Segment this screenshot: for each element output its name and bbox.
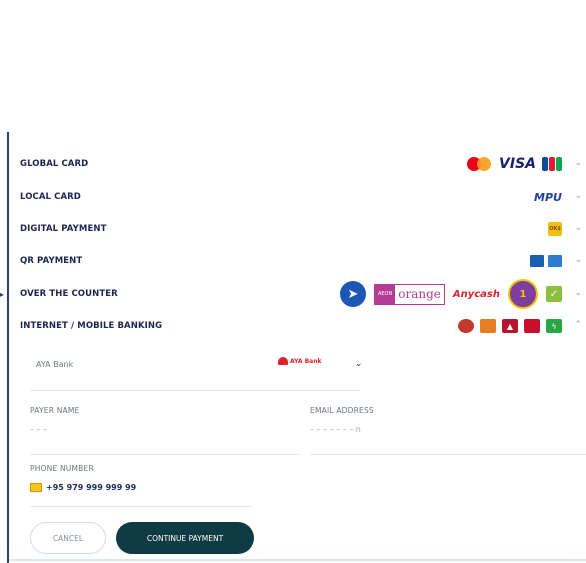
aya-bank-logo: AYA Bank (278, 357, 321, 365)
method-label: QR PAYMENT (20, 256, 83, 266)
mpu-logo: MPU (534, 190, 562, 204)
email-field[interactable]: EMAIL ADDRESS – – – – – – – n (310, 406, 586, 455)
payer-name-input[interactable]: – – – (30, 425, 300, 434)
method-row-internet-mobile-banking[interactable]: INTERNET / MOBILE BANKING ▲ ϟ ⌃ (20, 310, 586, 342)
bank-logo-5: ϟ (546, 319, 562, 333)
left-accent-bar (7, 132, 9, 563)
bank-logo-1 (458, 319, 474, 333)
phone-field[interactable]: PHONE NUMBER +95 979 999 999 99 (30, 464, 252, 507)
mastercard-logo (467, 156, 493, 172)
method-label: INTERNET / MOBILE BANKING (20, 321, 163, 331)
chevron-up-icon[interactable]: ⌃ (574, 320, 582, 330)
phone-input[interactable]: +95 979 999 999 99 (30, 483, 252, 492)
okdollar-logo: OK$ (548, 222, 562, 236)
green-logo: ✓ (546, 286, 562, 302)
email-input[interactable]: – – – – – – – n (310, 425, 586, 434)
jcb-logo (542, 157, 562, 171)
method-label: LOCAL CARD (20, 192, 81, 202)
qr-bank-logo-2 (548, 255, 562, 267)
method-row-local-card[interactable]: LOCAL CARD MPU ⌄ (20, 181, 586, 213)
chevron-down-icon[interactable]: ⌄ (574, 255, 582, 265)
payer-name-label: PAYER NAME (30, 406, 80, 415)
payer-name-field[interactable]: PAYER NAME – – – (30, 406, 300, 455)
chevron-down-icon[interactable]: ⌄ (574, 191, 582, 201)
method-row-global-card[interactable]: GLOBAL CARD VISA ⌄ (20, 148, 586, 180)
bank-select-value: AYA Bank (36, 360, 74, 369)
bank-logo-2 (480, 319, 496, 333)
aeon-orange-logo: AEON orange (373, 283, 445, 305)
chevron-down-icon[interactable]: ⌄ (574, 158, 582, 168)
active-row-marker: ▸ (0, 290, 5, 299)
visa-logo: VISA (499, 156, 536, 172)
chevron-down-icon[interactable]: ⌄ (574, 223, 582, 233)
continue-payment-button[interactable]: CONTINUE PAYMENT (116, 522, 254, 554)
chevron-down-icon[interactable]: ⌄ (355, 359, 363, 369)
blue-arrow-logo: ➤ (339, 281, 366, 307)
cancel-button[interactable]: CANCEL (30, 522, 106, 554)
bank-logo-3: ▲ (502, 319, 518, 333)
myanmar-flag-icon (30, 483, 42, 492)
method-label: GLOBAL CARD (20, 159, 89, 169)
phone-number: +95 979 999 999 99 (46, 483, 137, 492)
method-label: OVER THE COUNTER (20, 289, 118, 299)
method-row-digital-payment[interactable]: DIGITAL PAYMENT OK$ ⌄ (20, 213, 586, 245)
bank-select[interactable]: AYA Bank AYA Bank ⌄ (30, 350, 363, 391)
bank-logo-4 (524, 319, 540, 333)
chevron-down-icon[interactable]: ⌄ (574, 288, 582, 298)
qr-bank-logo-1 (530, 255, 544, 267)
method-row-over-the-counter[interactable]: OVER THE COUNTER ➤ AEON orange Anycash 1… (20, 278, 586, 310)
method-label: DIGITAL PAYMENT (20, 224, 107, 234)
email-label: EMAIL ADDRESS (310, 406, 374, 415)
bottom-divider (9, 559, 586, 561)
phone-label: PHONE NUMBER (30, 464, 94, 473)
anycash-logo: Anycash (452, 288, 500, 300)
method-row-qr-payment[interactable]: QR PAYMENT ⌄ (20, 245, 586, 277)
one-stop-logo: 1 (508, 279, 538, 309)
